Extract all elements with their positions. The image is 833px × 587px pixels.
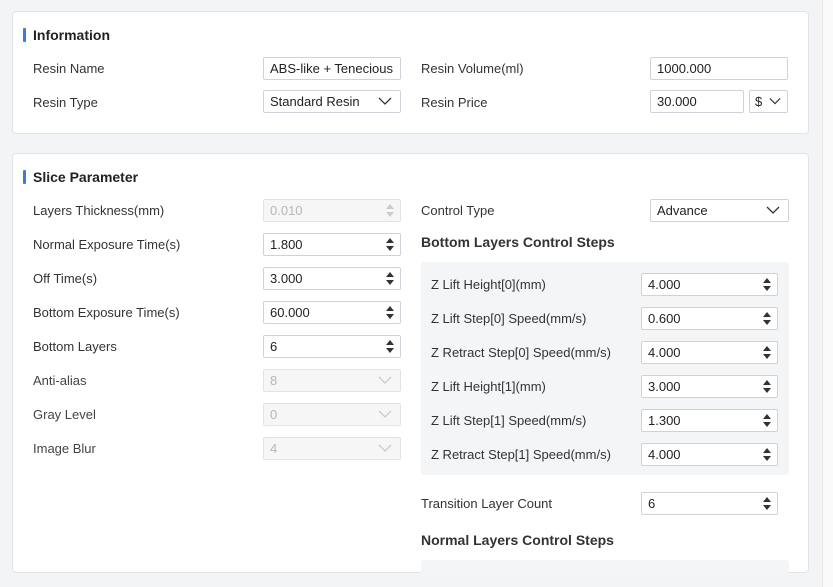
spinner-arrows-icon[interactable] (763, 310, 772, 327)
layers-thickness-label: Layers Thickness(mm) (33, 203, 165, 218)
spinner-arrows-icon[interactable] (386, 270, 395, 287)
z-retract-step-1-speed-stepper[interactable]: 4.000 (641, 443, 778, 466)
resin-price-input[interactable]: 30.000 (650, 90, 744, 113)
slice-parameter-title: Slice Parameter (33, 169, 139, 185)
spinner-arrows-icon (386, 202, 395, 219)
resin-name-input[interactable]: ABS-like + Tenecious (263, 57, 401, 80)
layers-thickness-stepper: 0.010 (263, 199, 401, 222)
section-accent-bar (23, 170, 26, 184)
chevron-down-icon (378, 376, 392, 384)
normal-exposure-stepper[interactable]: 1.800 (263, 233, 401, 256)
step-label: Z Lift Step[0] Speed(mm/s) (431, 311, 587, 326)
layers-thickness-value: 0.010 (270, 203, 303, 218)
resin-type-value: Standard Resin (270, 94, 360, 109)
off-time-stepper[interactable]: 3.000 (263, 267, 401, 290)
step-label: Z Lift Step[1] Speed(mm/s) (431, 413, 587, 428)
resin-price-label: Resin Price (421, 95, 488, 110)
bottom-layers-stepper[interactable]: 6 (263, 335, 401, 358)
image-blur-label: Image Blur (33, 441, 96, 456)
spinner-arrows-icon[interactable] (386, 304, 395, 321)
image-blur-value: 4 (270, 441, 278, 456)
bottom-layers-label: Bottom Layers (33, 339, 117, 354)
slice-parameter-panel: Slice Parameter Layers Thickness(mm) 0.0… (12, 153, 809, 574)
bottom-steps-group: Z Lift Height[0](mm) 4.000 Z Lift Step[0… (421, 262, 789, 475)
step-label: Z Lift Height[1](mm) (431, 379, 546, 394)
step-value: 1.300 (648, 413, 681, 428)
currency-value: $ (755, 94, 763, 109)
information-panel: Information Resin Name ABS-like + Teneci… (12, 11, 809, 134)
resin-type-label: Resin Type (33, 95, 98, 110)
gray-level-label: Gray Level (33, 407, 96, 422)
step-label: Z Retract Step[1] Speed(mm/s) (431, 447, 611, 462)
gray-level-select: 0 (263, 403, 401, 426)
bottom-steps-title: Bottom Layers Control Steps (421, 234, 615, 250)
anti-alias-value: 8 (270, 373, 278, 388)
spinner-arrows-icon[interactable] (763, 344, 772, 361)
step-value: 4.000 (648, 447, 681, 462)
z-retract-step-0-speed-stepper[interactable]: 4.000 (641, 341, 778, 364)
currency-select[interactable]: $ (749, 90, 788, 113)
chevron-down-icon (378, 97, 392, 105)
bottom-exposure-stepper[interactable]: 60.000 (263, 301, 401, 324)
step-label: Z Retract Step[0] Speed(mm/s) (431, 345, 611, 360)
anti-alias-select: 8 (263, 369, 401, 392)
step-value: 4.000 (648, 277, 681, 292)
transition-layer-count-value: 6 (648, 496, 656, 511)
z-lift-step-1-speed-stepper[interactable]: 1.300 (641, 409, 778, 432)
scrollbar-track[interactable] (822, 0, 833, 587)
control-type-select[interactable]: Advance (650, 199, 789, 222)
bottom-layers-value: 6 (270, 339, 278, 354)
off-time-value: 3.000 (270, 271, 303, 286)
resin-volume-value: 1000.000 (657, 61, 712, 76)
anti-alias-label: Anti-alias (33, 373, 87, 388)
information-title: Information (33, 27, 110, 43)
z-lift-step-0-speed-stepper[interactable]: 0.600 (641, 307, 778, 330)
normal-exposure-label: Normal Exposure Time(s) (33, 237, 181, 252)
spinner-arrows-icon[interactable] (763, 378, 772, 395)
bottom-exposure-label: Bottom Exposure Time(s) (33, 305, 180, 320)
normal-steps-title: Normal Layers Control Steps (421, 532, 614, 548)
spinner-arrows-icon[interactable] (763, 446, 772, 463)
chevron-down-icon (378, 410, 392, 418)
chevron-down-icon (378, 444, 392, 452)
step-label: Z Lift Height[0](mm) (431, 277, 546, 292)
transition-layer-count-stepper[interactable]: 6 (641, 492, 778, 515)
normal-exposure-value: 1.800 (270, 237, 303, 252)
resin-name-value: ABS-like + Tenecious (270, 61, 393, 76)
resin-price-value: 30.000 (657, 94, 697, 109)
resin-volume-input[interactable]: 1000.000 (650, 57, 788, 80)
spinner-arrows-icon[interactable] (386, 236, 395, 253)
step-value: 0.600 (648, 311, 681, 326)
control-type-label: Control Type (421, 203, 495, 218)
step-value: 4.000 (648, 345, 681, 360)
spinner-arrows-icon[interactable] (386, 338, 395, 355)
image-blur-select: 4 (263, 437, 401, 460)
gray-level-value: 0 (270, 407, 278, 422)
spinner-arrows-icon[interactable] (763, 276, 772, 293)
bottom-exposure-value: 60.000 (270, 305, 310, 320)
normal-steps-group (421, 560, 789, 574)
resin-volume-label: Resin Volume(ml) (421, 61, 524, 76)
spinner-arrows-icon[interactable] (763, 412, 772, 429)
z-lift-height-0-stepper[interactable]: 4.000 (641, 273, 778, 296)
resin-name-label: Resin Name (33, 61, 105, 76)
chevron-down-icon (769, 98, 781, 105)
section-accent-bar (23, 28, 26, 42)
z-lift-height-1-stepper[interactable]: 3.000 (641, 375, 778, 398)
step-value: 3.000 (648, 379, 681, 394)
spinner-arrows-icon[interactable] (763, 495, 772, 512)
off-time-label: Off Time(s) (33, 271, 98, 286)
chevron-down-icon (766, 206, 780, 214)
control-type-value: Advance (657, 203, 708, 218)
transition-layer-count-label: Transition Layer Count (421, 496, 553, 511)
resin-type-select[interactable]: Standard Resin (263, 90, 401, 113)
